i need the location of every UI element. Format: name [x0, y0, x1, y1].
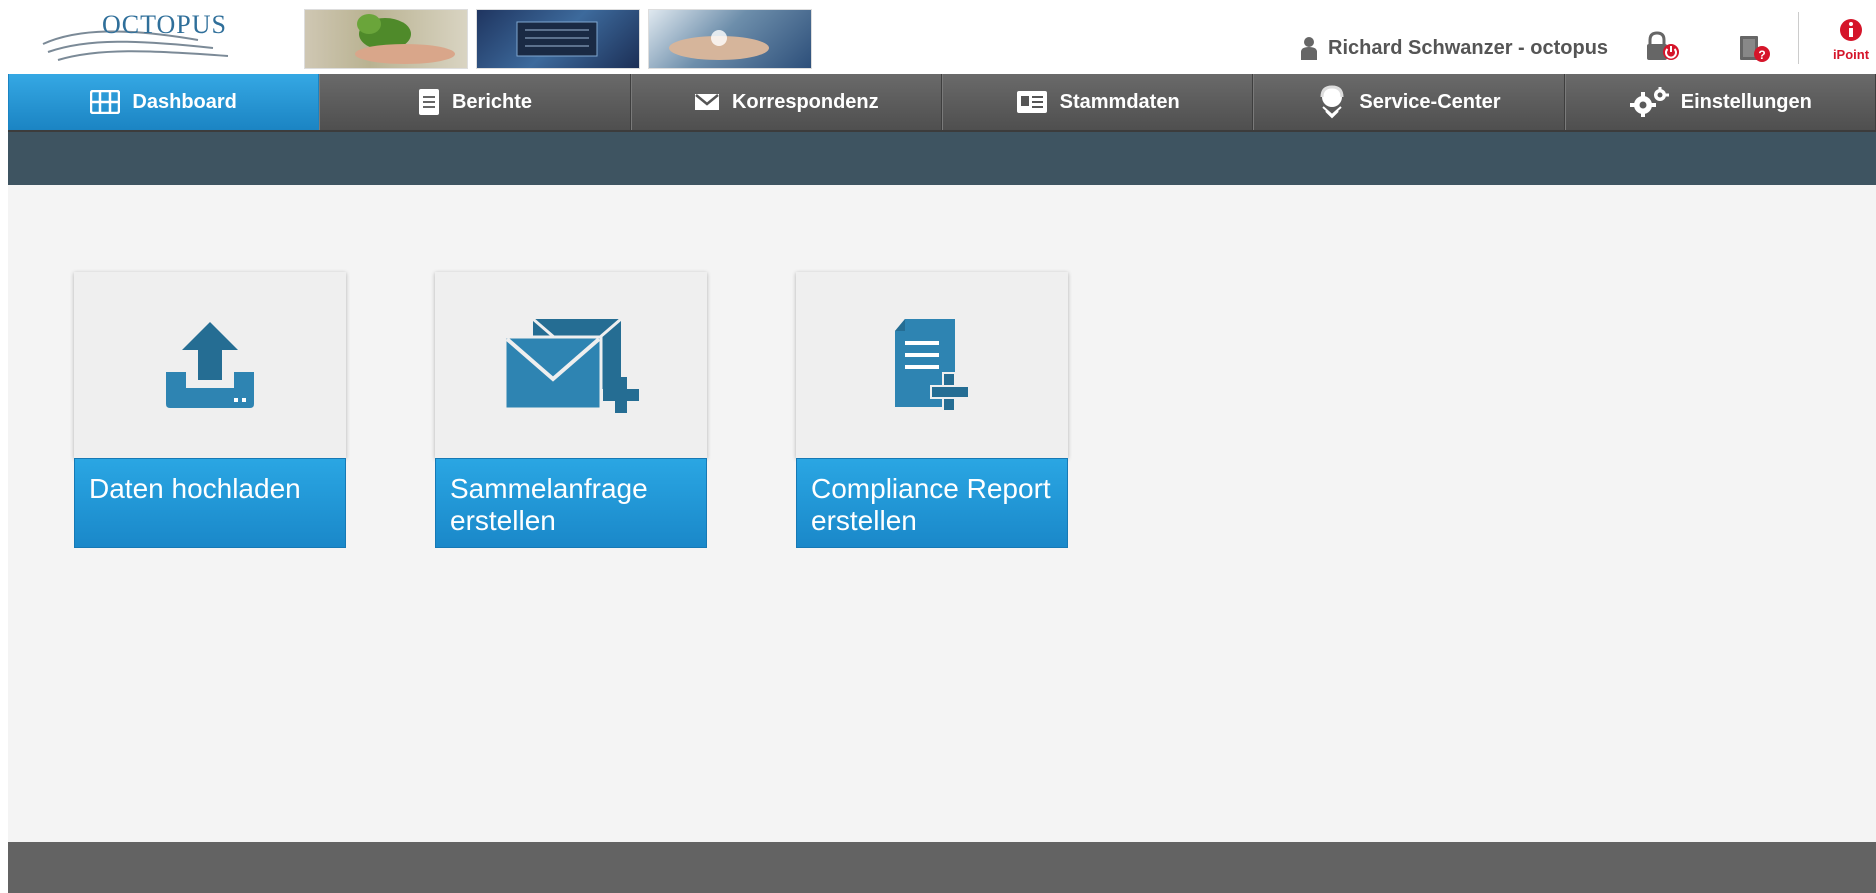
sub-navigation-bar [8, 132, 1876, 185]
nav-label: Dashboard [132, 90, 237, 113]
gears-icon [1629, 87, 1669, 117]
circuit-board-icon [516, 21, 598, 57]
user-icon [1301, 37, 1317, 60]
grid-icon [90, 90, 121, 114]
main-nav: Dashboard Berichte Korrespondenz Stammda… [8, 74, 1876, 132]
nav-label: Stammdaten [1059, 90, 1180, 113]
upload-icon [166, 322, 254, 408]
header-separator [1798, 12, 1799, 64]
banner-image-plant [304, 9, 468, 69]
open-hand-icon [669, 30, 769, 60]
banner-image-hand [648, 9, 812, 69]
nav-berichte[interactable]: Berichte [319, 74, 631, 130]
octopus-logo[interactable]: OCTOPUS [38, 6, 238, 66]
id-card-icon [1016, 91, 1047, 113]
envelope-icon [694, 94, 719, 110]
envelopes-plus-icon [503, 317, 639, 413]
lock-power-icon [1647, 31, 1679, 60]
tile-label: Sammelanfrage erstellen [435, 458, 707, 548]
user-menu[interactable]: Richard Schwanzer - octopus [1300, 35, 1608, 61]
tile-sammelanfrage-erstellen[interactable]: Sammelanfrage erstellen [435, 272, 707, 548]
tile-daten-hochladen[interactable]: Daten hochladen [74, 272, 346, 548]
nav-label: Service-Center [1359, 90, 1501, 113]
logo-text: OCTOPUS [102, 10, 228, 39]
logout-button[interactable] [1644, 30, 1684, 64]
nav-korrespondenz[interactable]: Korrespondenz [630, 74, 942, 130]
plant-hand-icon [355, 14, 455, 64]
banner-image-circuit [476, 9, 640, 69]
tile-label: Compliance Report erstellen [796, 458, 1068, 548]
headset-icon [1320, 85, 1344, 119]
tile-label: Daten hochladen [74, 458, 346, 548]
footer [8, 842, 1876, 893]
header: OCTOPUS Richard Schwanzer - octopus ? iP… [8, 0, 1876, 74]
document-icon [418, 89, 439, 115]
ipoint-button[interactable]: iPoint [1826, 18, 1876, 62]
user-name: Richard Schwanzer - octopus [1328, 36, 1609, 59]
book-question-icon: ? [1740, 36, 1770, 62]
dashboard-content: Daten hochladen Sammelanfrage erstellen [8, 185, 1876, 842]
ipoint-label: iPoint [1832, 47, 1870, 62]
nav-label: Berichte [451, 90, 532, 113]
nav-label: Einstellungen [1680, 90, 1812, 113]
svg-text:?: ? [1758, 48, 1765, 62]
info-icon [1840, 19, 1862, 41]
nav-dashboard[interactable]: Dashboard [8, 74, 320, 130]
nav-service-center[interactable]: Service-Center [1253, 74, 1565, 130]
nav-stammdaten[interactable]: Stammdaten [941, 74, 1254, 130]
tile-icon-area [435, 272, 707, 458]
tile-icon-area [796, 272, 1068, 458]
page: OCTOPUS Richard Schwanzer - octopus ? iP… [8, 0, 1876, 893]
tile-compliance-report-erstellen[interactable]: Compliance Report erstellen [796, 272, 1068, 548]
nav-label: Korrespondenz [731, 90, 879, 113]
document-plus-icon [895, 319, 970, 412]
help-button[interactable]: ? [1736, 30, 1776, 64]
nav-einstellungen[interactable]: Einstellungen [1564, 74, 1876, 130]
tile-icon-area [74, 272, 346, 458]
